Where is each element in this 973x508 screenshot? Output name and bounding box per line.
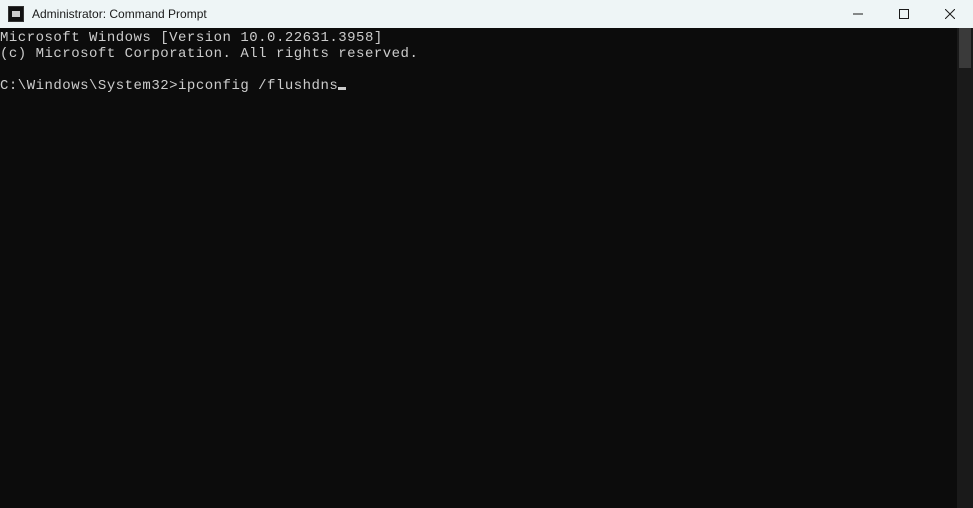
- minimize-icon: [853, 9, 863, 19]
- maximize-icon: [899, 9, 909, 19]
- vertical-scrollbar[interactable]: [957, 28, 973, 508]
- terminal-blank-line: [0, 62, 957, 78]
- titlebar[interactable]: Administrator: Command Prompt: [0, 0, 973, 28]
- terminal-output[interactable]: Microsoft Windows [Version 10.0.22631.39…: [0, 28, 957, 508]
- terminal-command-input[interactable]: ipconfig /flushdns: [178, 78, 338, 94]
- close-icon: [945, 9, 955, 19]
- terminal-line: Microsoft Windows [Version 10.0.22631.39…: [0, 30, 957, 46]
- minimize-button[interactable]: [835, 0, 881, 28]
- terminal-cursor: [338, 87, 346, 90]
- window-title: Administrator: Command Prompt: [32, 7, 207, 21]
- terminal-container: Microsoft Windows [Version 10.0.22631.39…: [0, 28, 973, 508]
- command-prompt-window: Administrator: Command Prompt Microsoft …: [0, 0, 973, 508]
- close-button[interactable]: [927, 0, 973, 28]
- scrollbar-thumb[interactable]: [959, 28, 971, 68]
- terminal-prompt-line: C:\Windows\System32>ipconfig /flushdns: [0, 78, 957, 94]
- window-controls: [835, 0, 973, 28]
- terminal-prompt: C:\Windows\System32>: [0, 78, 178, 94]
- maximize-button[interactable]: [881, 0, 927, 28]
- terminal-line: (c) Microsoft Corporation. All rights re…: [0, 46, 957, 62]
- titlebar-left: Administrator: Command Prompt: [8, 6, 207, 22]
- cmd-icon: [8, 6, 24, 22]
